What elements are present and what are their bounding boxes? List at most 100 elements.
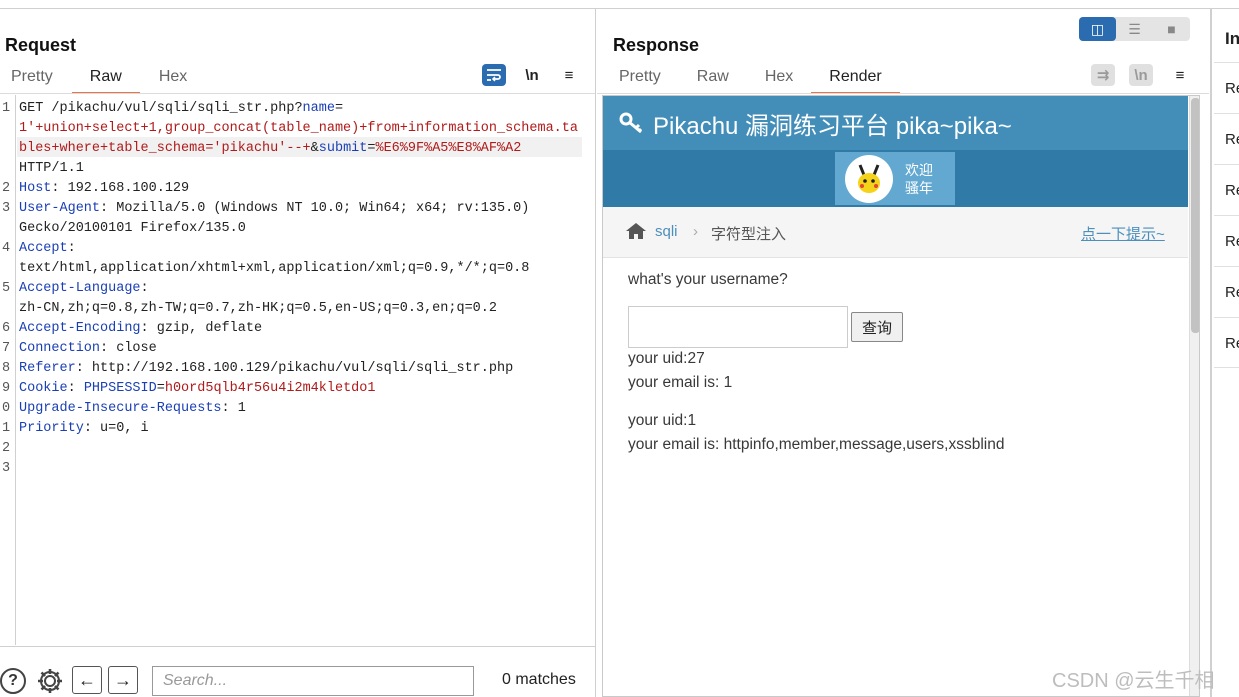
param-value: bles+where+table_schema='pikachu'--+: [19, 141, 311, 156]
home-icon[interactable]: [625, 222, 647, 244]
username-input[interactable]: [628, 306, 848, 348]
menu-button[interactable]: ≡: [1168, 64, 1192, 86]
breadcrumb-current: 字符型注入: [711, 226, 787, 243]
welcome-line-1: 欢迎: [905, 161, 933, 178]
request-text: : 192.168.100.129: [51, 181, 190, 196]
wrap-lines-button[interactable]: ⇉: [1091, 64, 1115, 86]
header-key: Priority: [19, 421, 84, 436]
pikachu-avatar-icon: [858, 163, 880, 193]
inspector-row[interactable]: Re: [1214, 215, 1239, 266]
layout-toggle-group: ◫ ☰ ■: [1079, 17, 1190, 41]
newline-toggle-button[interactable]: \n: [520, 64, 544, 86]
tab-underline-rule: [0, 93, 595, 94]
response-title: Response: [613, 35, 700, 55]
newline-toggle-button[interactable]: \n: [1129, 64, 1153, 86]
request-line: Referer: http://192.168.100.129/pikachu/…: [19, 359, 513, 379]
request-text: =: [334, 101, 344, 116]
tab-underline-rule: [597, 93, 1209, 94]
previous-match-button[interactable]: ←: [72, 666, 102, 694]
header-key: Upgrade-Insecure-Requests: [19, 401, 222, 416]
line-number: 0: [2, 401, 11, 416]
line-number: 3: [2, 461, 11, 476]
inspector-row[interactable]: Re: [1214, 62, 1239, 113]
breadcrumb-link-sqli[interactable]: sqli: [655, 223, 678, 240]
columns-icon: ◫: [1090, 20, 1105, 37]
header-key: Connection: [19, 341, 101, 356]
request-text: : 1: [221, 401, 246, 416]
inspector-row[interactable]: Re: [1214, 164, 1239, 215]
request-tabs: Pretty Raw Hex: [11, 68, 187, 94]
request-text: : u=0, i: [83, 421, 149, 436]
render-view: Pikachu 漏洞练习平台 pika~pika~ 欢迎 骚年 sqli › 字…: [602, 95, 1200, 697]
inspector-title: In: [1225, 29, 1239, 48]
gear-icon: [38, 669, 62, 693]
request-line: User-Agent: Mozilla/5.0 (Windows NT 10.0…: [19, 199, 529, 219]
layout-stacked-button[interactable]: ☰: [1116, 17, 1153, 41]
help-icon[interactable]: ?: [0, 668, 26, 694]
username-question: what's your username?: [628, 271, 788, 288]
request-line: Accept-Encoding: gzip, deflate: [19, 319, 262, 339]
header-key: User-Agent: [19, 201, 101, 216]
tab-hex[interactable]: Hex: [765, 68, 793, 92]
header-key: Accept-Encoding: [19, 321, 141, 336]
request-text: :: [67, 381, 84, 396]
avatar: [845, 154, 893, 203]
response-tabs: Pretty Raw Hex Render: [619, 68, 901, 94]
next-match-button[interactable]: →: [108, 666, 138, 694]
request-line: Priority: u=0, i: [19, 419, 149, 439]
param-value: %E6%9F%A5%E8%AF%A2: [375, 141, 522, 156]
hamburger-icon: ≡: [564, 66, 574, 84]
line-number: 1: [2, 421, 11, 436]
request-title: Request: [5, 35, 77, 55]
inspector-row[interactable]: Re: [1214, 113, 1239, 164]
key-icon: [619, 112, 643, 134]
request-text: : Mozilla/5.0 (Windows NT 10.0; Win64; x…: [100, 201, 530, 216]
wrap-lines-button[interactable]: [482, 64, 506, 86]
settings-button[interactable]: [35, 666, 65, 697]
site-title: Pikachu 漏洞练习平台 pika~pika~: [653, 112, 1012, 140]
request-line: Host: 192.168.100.129: [19, 179, 189, 199]
tab-raw[interactable]: Raw: [71, 68, 140, 94]
line-number: 5: [2, 281, 11, 296]
render-scrollbar-thumb[interactable]: [1191, 98, 1199, 333]
query-button[interactable]: 查询: [851, 312, 903, 342]
result-email: your email is: httpinfo,member,message,u…: [628, 436, 1005, 453]
result-email: your email is: 1: [628, 374, 733, 391]
request-text: &: [310, 141, 319, 156]
wrap-icon: [487, 69, 501, 82]
menu-button[interactable]: ≡: [557, 64, 581, 86]
request-text: :: [140, 281, 149, 296]
hint-link[interactable]: 点一下提示~: [1081, 223, 1165, 244]
request-line: HTTP/1.1: [19, 159, 84, 179]
inspector-row[interactable]: Re: [1214, 266, 1239, 317]
request-line: zh-CN,zh;q=0.8,zh-TW;q=0.7,zh-HK;q=0.5,e…: [19, 299, 497, 319]
response-pane: ◫ ☰ ■ Response Pretty Raw Hex Render ⇉ \…: [597, 9, 1209, 697]
welcome-text: 欢迎 骚年: [905, 161, 933, 197]
request-line: Gecko/20100101 Firefox/135.0: [19, 219, 246, 239]
layout-side-by-side-button[interactable]: ◫: [1079, 17, 1116, 41]
inspector-row[interactable]: Re: [1214, 317, 1239, 368]
header-key: submit: [318, 141, 368, 156]
line-number: 3: [2, 201, 11, 216]
tab-hex[interactable]: Hex: [159, 68, 187, 92]
tab-pretty[interactable]: Pretty: [619, 68, 661, 92]
tab-raw[interactable]: Raw: [697, 68, 729, 92]
header-key: Referer: [19, 361, 76, 376]
line-number: 2: [2, 441, 11, 456]
user-menu[interactable]: 欢迎 骚年: [835, 152, 955, 205]
request-text: :: [67, 241, 76, 256]
result-uid: your uid:27: [628, 350, 705, 367]
request-text: =: [156, 381, 165, 396]
layout-single-button[interactable]: ■: [1153, 17, 1190, 41]
tab-pretty[interactable]: Pretty: [11, 68, 53, 92]
request-text: : close: [100, 341, 157, 356]
search-input[interactable]: Search...: [152, 666, 474, 696]
tab-render[interactable]: Render: [811, 68, 901, 94]
wrap-icon: ⇉: [1096, 67, 1110, 84]
burp-repeater-window: Request Pretty Raw Hex \n ≡ 1 2 3 4 5 6 7 8 9 0 1 2…: [0, 0, 1239, 697]
request-line: bles+where+table_schema='pikachu'--+&sub…: [19, 139, 521, 159]
pikachu-subheader: 欢迎 骚年: [603, 150, 1188, 207]
request-text: Gecko/20100101 Firefox/135.0: [19, 221, 246, 236]
request-text: GET /pikachu/vul/sqli/sqli_str.php?: [19, 101, 303, 116]
request-text: zh-CN,zh;q=0.8,zh-TW;q=0.7,zh-HK;q=0.5,e…: [19, 301, 497, 316]
